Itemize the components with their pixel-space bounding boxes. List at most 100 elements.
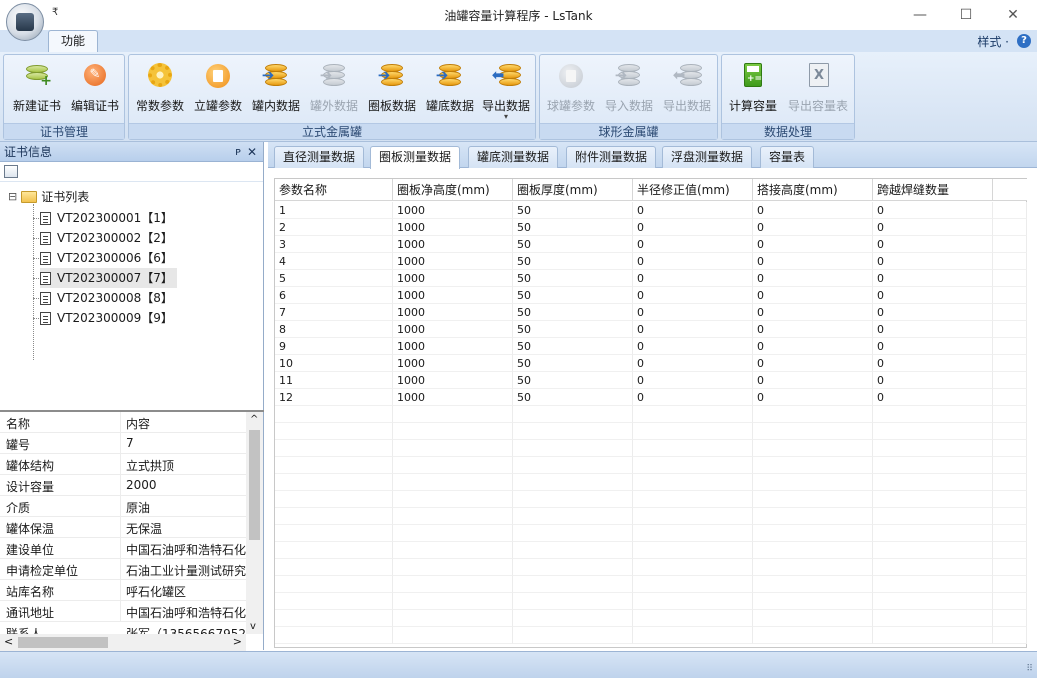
table-cell[interactable]: 50 (513, 338, 633, 355)
table-cell[interactable]: 1000 (393, 338, 513, 355)
table-cell[interactable]: 0 (873, 389, 993, 406)
table-cell[interactable]: 0 (753, 236, 873, 253)
table-cell[interactable]: 0 (633, 253, 753, 270)
table-cell[interactable]: 0 (873, 338, 993, 355)
tab-tank-bottom-data[interactable]: 罐底测量数据 (468, 146, 559, 168)
table-cell[interactable]: 0 (753, 355, 873, 372)
tab-attachment-data[interactable]: 附件测量数据 (566, 146, 657, 168)
table-cell[interactable]: 0 (753, 389, 873, 406)
panel-close-icon[interactable]: ✕ (247, 142, 257, 162)
table-cell[interactable]: 1000 (393, 270, 513, 287)
column-header[interactable]: 参数名称 (275, 179, 393, 201)
column-header[interactable]: 跨越焊缝数量 (873, 179, 993, 201)
vertical-tank-params-button[interactable]: 立罐参数 (189, 59, 247, 119)
collapse-icon[interactable]: ⊟ (8, 190, 17, 203)
column-header[interactable]: 半径修正值(mm) (633, 179, 753, 201)
table-cell[interactable]: 1000 (393, 389, 513, 406)
table-cell[interactable]: 7 (275, 304, 393, 321)
table-cell[interactable]: 50 (513, 202, 633, 219)
scroll-right-icon[interactable]: > (233, 635, 242, 648)
minimize-button[interactable]: — (897, 0, 943, 30)
tab-shell-plate-data[interactable]: 圈板测量数据 (370, 146, 461, 169)
property-row[interactable]: 罐体结构 立式拱顶 (0, 454, 246, 475)
table-cell[interactable]: 0 (633, 236, 753, 253)
table-row[interactable]: 7 1000 50 0 0 0 (275, 304, 1028, 321)
table-cell[interactable]: 50 (513, 389, 633, 406)
table-cell[interactable]: 0 (633, 321, 753, 338)
table-cell[interactable]: 12 (275, 389, 393, 406)
table-cell[interactable]: 0 (753, 338, 873, 355)
table-cell[interactable]: 0 (633, 287, 753, 304)
export-data-button[interactable]: ⬅ 导出数据 ▾ (477, 59, 535, 121)
tree-root[interactable]: ⊟ 证书列表 (8, 188, 89, 205)
table-cell[interactable]: 4 (275, 253, 393, 270)
table-cell[interactable]: 0 (873, 219, 993, 236)
tree-item-certificate[interactable]: VT202300008【8】 (40, 288, 177, 308)
table-cell[interactable]: 0 (873, 202, 993, 219)
table-cell[interactable]: 50 (513, 372, 633, 389)
property-horizontal-scrollbar[interactable]: < > (0, 634, 246, 651)
property-row[interactable]: 罐号 7 (0, 433, 246, 454)
scroll-thumb[interactable] (18, 637, 108, 648)
column-header[interactable]: 搭接高度(mm) (753, 179, 873, 201)
table-cell[interactable]: 0 (753, 287, 873, 304)
application-menu-button[interactable] (6, 3, 44, 41)
table-cell[interactable]: 1000 (393, 372, 513, 389)
table-row[interactable]: 8 1000 50 0 0 0 (275, 321, 1028, 338)
table-cell[interactable]: 3 (275, 236, 393, 253)
tree-item-certificate[interactable]: VT202300002【2】 (40, 228, 177, 248)
table-cell[interactable]: 10 (275, 355, 393, 372)
property-row[interactable]: 介质 原油 (0, 496, 246, 517)
table-cell[interactable]: 0 (633, 355, 753, 372)
table-cell[interactable]: 50 (513, 304, 633, 321)
table-cell[interactable]: 2 (275, 219, 393, 236)
tab-floating-roof-data[interactable]: 浮盘测量数据 (662, 146, 753, 168)
table-cell[interactable]: 1000 (393, 321, 513, 338)
table-row[interactable]: 11 1000 50 0 0 0 (275, 372, 1028, 389)
table-row[interactable]: 5 1000 50 0 0 0 (275, 270, 1028, 287)
constant-params-button[interactable]: 常数参数 (131, 59, 189, 119)
calculate-capacity-button[interactable]: += 计算容量 (724, 59, 782, 119)
table-cell[interactable]: 50 (513, 355, 633, 372)
table-cell[interactable]: 1000 (393, 253, 513, 270)
shell-plate-data-button[interactable]: ➔ 圈板数据 (363, 59, 421, 119)
table-cell[interactable]: 0 (873, 372, 993, 389)
table-cell[interactable]: 0 (753, 219, 873, 236)
table-cell[interactable]: 8 (275, 321, 393, 338)
table-cell[interactable]: 0 (753, 321, 873, 338)
tab-diameter-data[interactable]: 直径测量数据 (274, 146, 365, 168)
table-cell[interactable]: 0 (873, 287, 993, 304)
close-button[interactable]: ✕ (990, 0, 1036, 30)
table-row[interactable]: 6 1000 50 0 0 0 (275, 287, 1028, 304)
table-cell[interactable]: 1000 (393, 287, 513, 304)
table-cell[interactable]: 0 (753, 372, 873, 389)
table-row[interactable]: 2 1000 50 0 0 0 (275, 219, 1028, 236)
column-header[interactable]: 圈板净高度(mm) (393, 179, 513, 201)
scroll-up-icon[interactable]: ^ (250, 414, 258, 425)
table-cell[interactable]: 1000 (393, 355, 513, 372)
table-cell[interactable]: 0 (633, 389, 753, 406)
table-cell[interactable]: 0 (633, 304, 753, 321)
table-cell[interactable]: 0 (873, 355, 993, 372)
help-icon[interactable]: ? (1017, 34, 1031, 48)
column-header[interactable]: 圈板厚度(mm) (513, 179, 633, 201)
table-row[interactable]: 1 1000 50 0 0 0 (275, 202, 1028, 219)
table-cell[interactable]: 50 (513, 253, 633, 270)
style-menu[interactable]: 样式 · (977, 33, 1009, 50)
property-row[interactable]: 罐体保温 无保温 (0, 517, 246, 538)
table-cell[interactable]: 0 (633, 202, 753, 219)
table-cell[interactable]: 0 (633, 219, 753, 236)
property-vertical-scrollbar[interactable]: ^ v (246, 412, 263, 634)
tab-function[interactable]: 功能 (48, 30, 98, 52)
table-row[interactable]: 10 1000 50 0 0 0 (275, 355, 1028, 372)
table-cell[interactable]: 5 (275, 270, 393, 287)
property-row[interactable]: 联系人 张军（13565667952） (0, 622, 246, 634)
table-cell[interactable]: 0 (753, 253, 873, 270)
table-cell[interactable]: 0 (873, 321, 993, 338)
property-row[interactable]: 通讯地址 中国石油呼和浩特石化 (0, 601, 246, 622)
resize-grip-icon[interactable]: ⠿ (1026, 664, 1033, 674)
table-row[interactable]: 4 1000 50 0 0 0 (275, 253, 1028, 270)
table-cell[interactable]: 50 (513, 270, 633, 287)
property-row[interactable]: 申请检定单位 石油工业计量测试研究 (0, 559, 246, 580)
scroll-thumb[interactable] (249, 430, 260, 540)
